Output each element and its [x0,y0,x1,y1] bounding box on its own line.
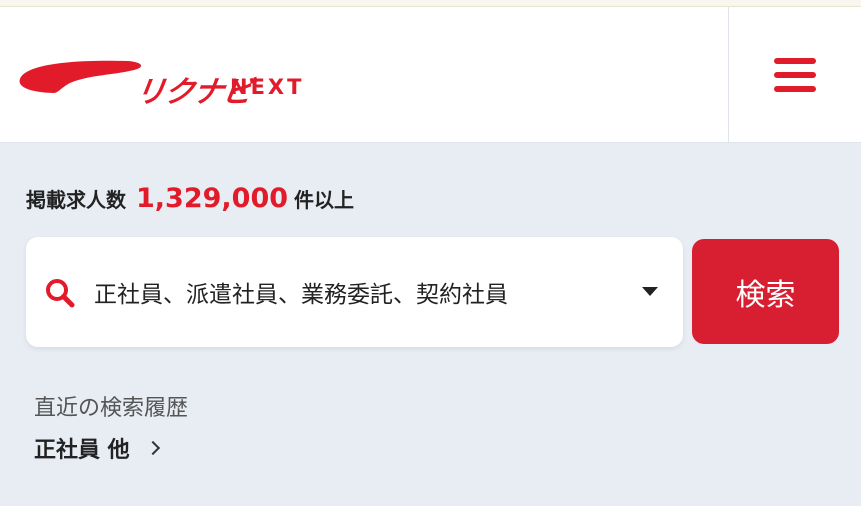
listing-count-label: 掲載求人数 [26,188,126,212]
logo-swoosh-icon [19,60,142,93]
recent-search-item[interactable]: 正社員 他 [34,432,160,464]
caret-down-icon [642,287,658,296]
listing-count-suffix: 件以上 [294,188,355,212]
listing-count-value: 1,329,000 [136,183,289,214]
rikunabi-next-logo[interactable]: リクナビ NEXT [18,53,318,110]
logo-next-text: NEXT [230,75,305,99]
employment-type-select[interactable]: 正社員、派遣社員、業務委託、契約社員 [26,237,683,347]
recent-search-history-title: 直近の検索履歴 [34,396,189,421]
chevron-right-icon [145,440,160,456]
menu-button[interactable] [729,7,861,143]
listing-count: 掲載求人数 1,329,000 件以上 [26,183,354,219]
employment-type-value: 正社員、派遣社員、業務委託、契約社員 [94,282,508,308]
search-icon [46,279,75,308]
hamburger-menu-icon [774,58,816,92]
recent-search-item-label: 正社員 他 [34,438,130,463]
top-strip [0,0,861,7]
search-button[interactable]: 検索 [692,239,839,344]
site-header: リクナビ NEXT [0,7,861,143]
